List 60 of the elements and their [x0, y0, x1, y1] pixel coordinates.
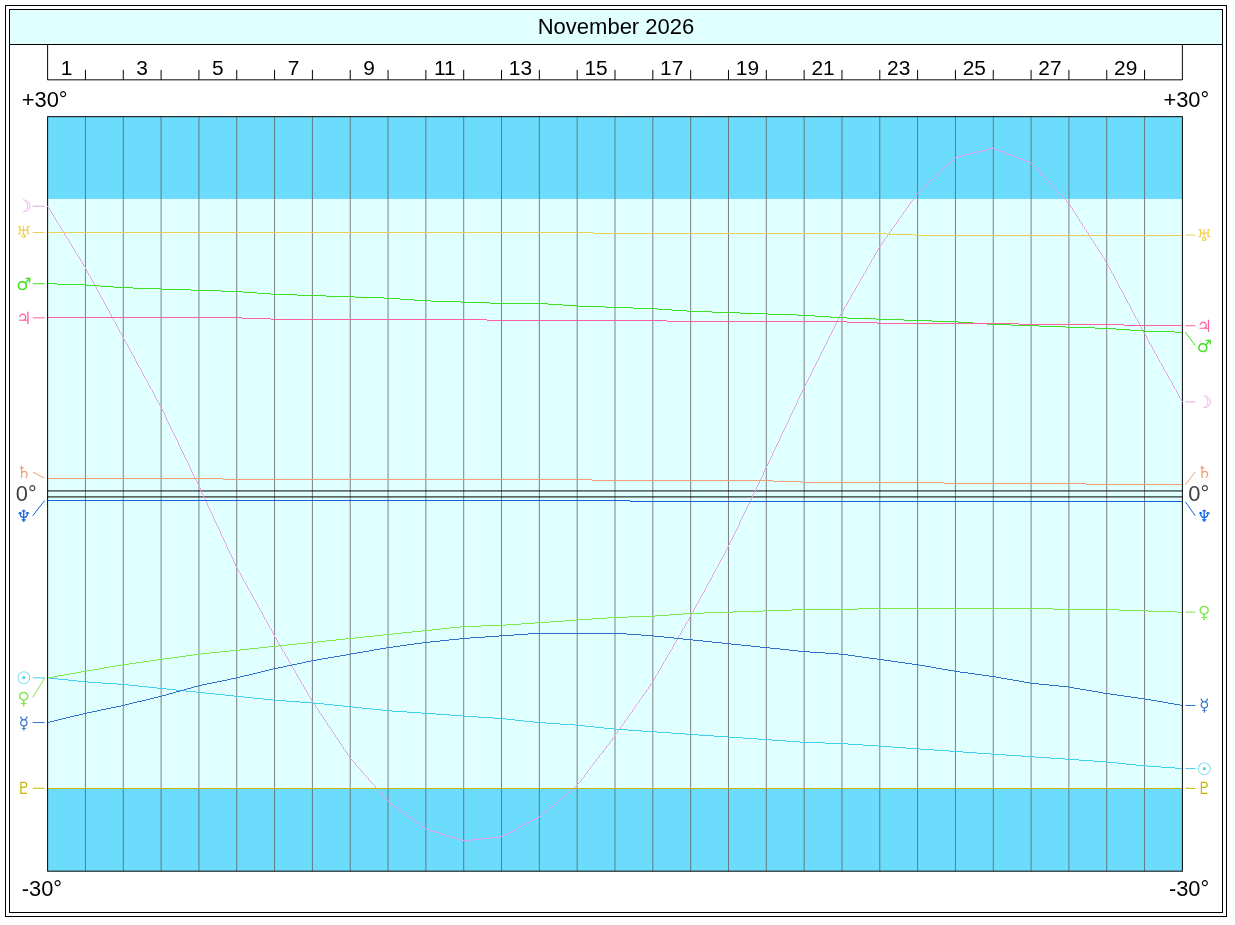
day-label: 7 — [287, 55, 300, 79]
day-label: 27 — [1038, 55, 1062, 79]
planet-symbol: ♄ — [1196, 462, 1212, 483]
leader-line — [1184, 401, 1196, 403]
axis-label: 0° — [15, 481, 37, 507]
planet-symbol: ♆ — [16, 505, 32, 526]
planet-symbol: ♄ — [16, 462, 32, 483]
axis-label: -30° — [1168, 875, 1210, 901]
axis-label: -30° — [21, 875, 63, 901]
planet-symbol: ☉ — [1196, 758, 1212, 779]
leader-line — [1184, 704, 1196, 706]
chart-title: November 2026 — [10, 10, 1222, 45]
leader-line — [1184, 787, 1196, 789]
planet-symbol: ♇ — [16, 778, 32, 799]
planet-symbol: ☉ — [16, 667, 32, 688]
leader-line — [32, 205, 46, 207]
day-label: 23 — [887, 55, 911, 79]
planet-symbol: ☿ — [1199, 695, 1210, 716]
day-label: 3 — [136, 55, 148, 79]
leader-line — [32, 231, 46, 233]
planet-symbol: ☽ — [1196, 391, 1212, 412]
axis-label: +30° — [1163, 87, 1210, 113]
day-label: 11 — [433, 55, 456, 79]
planet-symbol: ♇ — [1196, 778, 1212, 799]
day-label: 29 — [1114, 55, 1138, 79]
day-label: 9 — [363, 55, 375, 79]
leader-line — [32, 787, 46, 789]
day-label: 25 — [962, 55, 986, 79]
leader-line — [1184, 234, 1196, 236]
day-label: 13 — [508, 55, 533, 79]
planet-symbol: ♂ — [16, 273, 32, 294]
planet-symbol: ♅ — [16, 222, 32, 243]
leader-line — [1184, 325, 1196, 327]
planet-symbol: ♀ — [17, 687, 30, 708]
leader-line — [1184, 611, 1196, 613]
leader-line — [32, 722, 46, 724]
leader-line — [32, 471, 46, 479]
day-label: 19 — [735, 55, 759, 79]
day-label: 5 — [212, 55, 224, 79]
day-label: 15 — [584, 55, 608, 79]
leader-line — [1184, 331, 1196, 347]
planet-symbol: ☽ — [16, 196, 32, 217]
planet-symbol: ♂ — [1196, 335, 1212, 356]
day-label: 17 — [660, 55, 684, 79]
planet-symbol: ♃ — [16, 307, 32, 328]
axis-label: 0° — [1188, 481, 1210, 507]
day-label: 1 — [60, 55, 73, 79]
leader-line — [32, 283, 46, 285]
planet-symbol: ♅ — [1196, 225, 1212, 246]
axis-label: +30° — [21, 87, 68, 113]
planet-symbol: ♀ — [1198, 602, 1211, 623]
leader-line — [1184, 768, 1196, 770]
day-label: 21 — [811, 55, 835, 79]
leader-line — [1184, 471, 1196, 486]
planet-symbol: ☿ — [18, 712, 29, 733]
planet-symbol: ♃ — [1196, 315, 1212, 336]
leader-line — [1184, 501, 1196, 517]
planet-symbol: ♆ — [1196, 505, 1212, 526]
leader-line — [32, 317, 46, 319]
leader-line — [32, 500, 46, 517]
